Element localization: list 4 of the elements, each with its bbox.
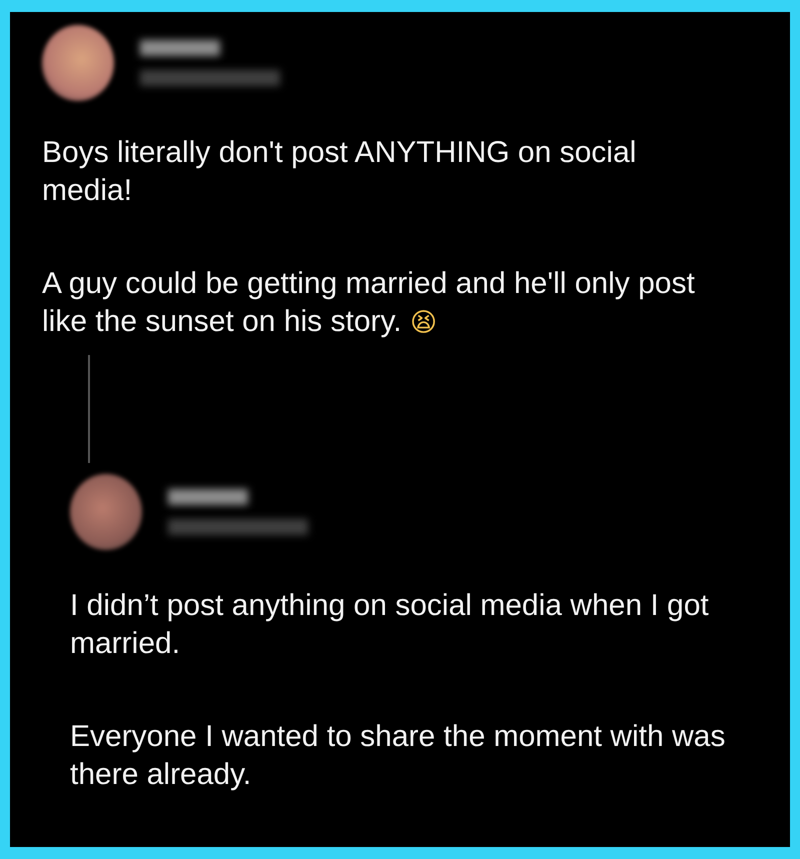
post-text: Everyone I wanted to share the moment with was there already. xyxy=(70,719,726,793)
post-text: I didn’t post anything on social media when I got married. xyxy=(70,588,710,662)
post-text: A guy could be getting married and he'll only post like the sunset on his story. 😫 xyxy=(42,266,696,340)
post-text: Boys literally don't post ANYTHING on social media! xyxy=(42,135,638,209)
